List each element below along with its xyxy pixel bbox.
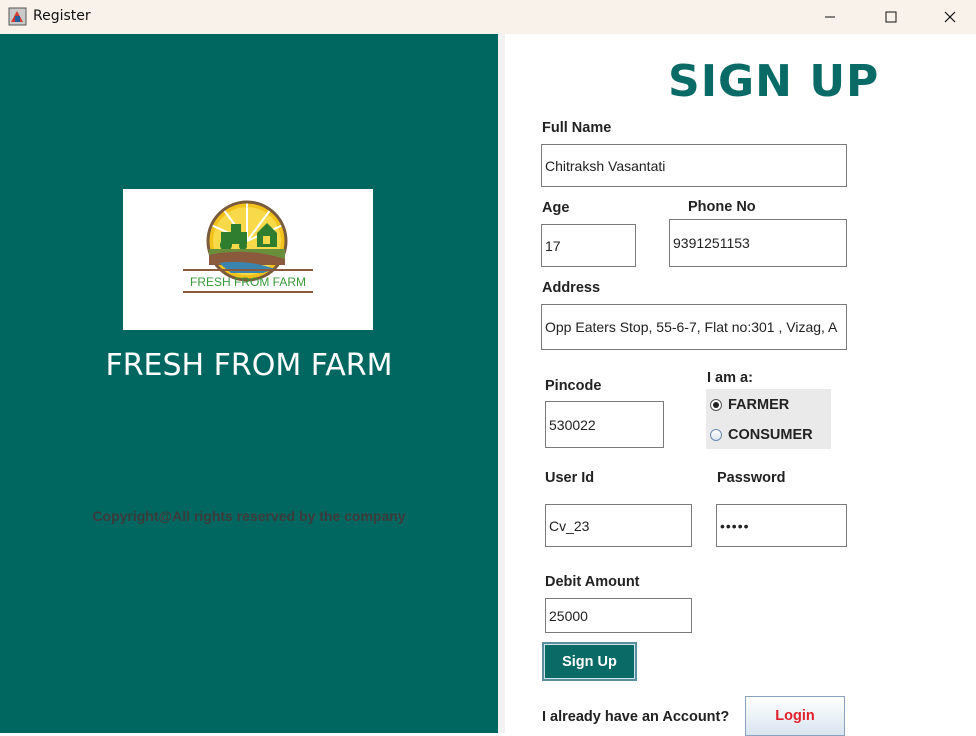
brand-panel xyxy=(0,34,498,733)
age-label: Age xyxy=(542,200,570,216)
address-label: Address xyxy=(542,280,601,296)
phone-label: Phone No xyxy=(688,199,756,215)
full-name-label: Full Name xyxy=(542,120,612,136)
brand-title: FRESH FROM FARM xyxy=(105,348,393,383)
debit-amount-label: Debit Amount xyxy=(545,574,640,590)
have-account-text: I already have an Account? xyxy=(542,709,730,725)
user-id-label: User Id xyxy=(545,470,595,486)
user-id-input[interactable]: Cv_23 xyxy=(545,504,692,547)
role-radio-group: FARMER CONSUMER xyxy=(706,389,831,449)
password-label: Password xyxy=(717,470,786,486)
radio-unselected-icon[interactable] xyxy=(710,429,722,441)
consumer-radio-option[interactable]: CONSUMER xyxy=(710,427,813,443)
copyright-text: Copyright@All rights reserved by the com… xyxy=(92,508,406,524)
address-input[interactable]: Opp Eaters Stop, 55-6-7, Flat no:301 , V… xyxy=(541,304,847,350)
farmer-radio-option[interactable]: FARMER xyxy=(710,397,789,413)
pincode-label: Pincode xyxy=(545,378,602,394)
page-title: SIGN UP xyxy=(668,56,880,107)
login-button[interactable]: Login xyxy=(745,696,845,736)
minimize-button[interactable] xyxy=(806,0,854,34)
farmer-radio-label: FARMER xyxy=(728,397,790,413)
window-title: Register xyxy=(33,8,91,24)
farm-logo: FRESH FROM FARM xyxy=(123,189,373,330)
age-input[interactable]: 17 xyxy=(541,224,636,267)
password-input[interactable]: ••••• xyxy=(716,504,847,547)
consumer-radio-label: CONSUMER xyxy=(728,427,813,443)
maximize-icon xyxy=(885,11,897,23)
close-button[interactable] xyxy=(926,0,974,34)
radio-selected-icon[interactable] xyxy=(710,399,722,411)
role-label: I am a: xyxy=(707,370,753,386)
logo-text: FRESH FROM FARM xyxy=(190,275,306,289)
full-name-input[interactable]: Chitraksh Vasantati xyxy=(541,144,847,187)
signup-button[interactable]: Sign Up xyxy=(542,642,637,681)
app-icon xyxy=(8,7,27,26)
minimize-icon xyxy=(825,16,835,18)
panel-divider xyxy=(498,34,505,733)
maximize-button[interactable] xyxy=(867,0,915,34)
title-bar: Register xyxy=(0,0,976,34)
phone-input[interactable]: 9391251153 xyxy=(669,219,847,267)
debit-amount-input[interactable]: 25000 xyxy=(545,598,692,633)
close-icon xyxy=(944,11,956,23)
pincode-input[interactable]: 530022 xyxy=(545,401,664,448)
